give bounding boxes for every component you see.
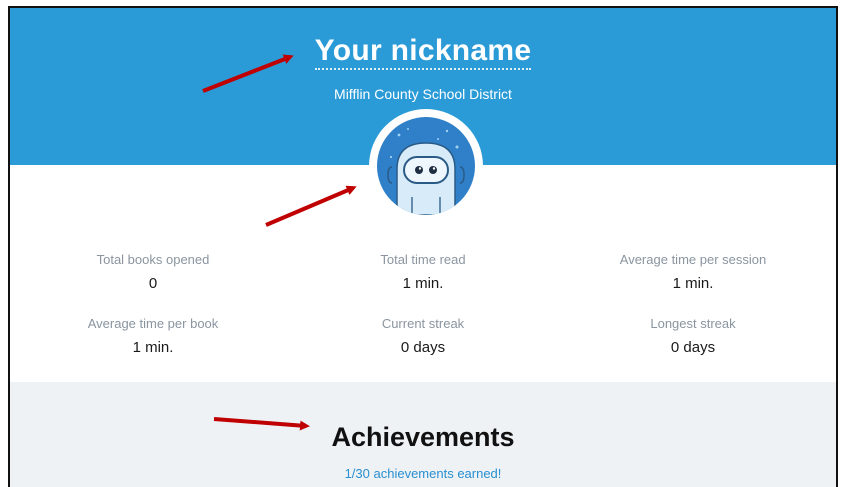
stat-value: 1 min. <box>132 339 174 356</box>
stat-label: Total books opened <box>96 252 210 267</box>
achievements-earned-link[interactable]: 1/30 achievements earned! <box>10 466 836 481</box>
stat-label: Average time per book <box>87 316 219 331</box>
achievements-title: Achievements <box>331 422 515 452</box>
avatar[interactable] <box>369 109 483 223</box>
stat-total-time-read: Total time read 1 min. <box>303 252 543 292</box>
achievements-section: Achievements 1/30 achievements earned! <box>10 382 836 487</box>
stat-current-streak: Current streak 0 days <box>303 316 543 356</box>
stat-label: Longest streak <box>650 316 736 331</box>
stat-value: 0 <box>148 275 158 292</box>
stat-label: Current streak <box>381 316 465 331</box>
stat-value: 0 days <box>400 339 446 356</box>
nickname-field[interactable]: Your nickname <box>314 34 532 70</box>
stat-value: 1 min. <box>672 275 714 292</box>
stat-longest-streak: Longest streak 0 days <box>573 316 813 356</box>
robot-avatar-icon <box>377 117 475 215</box>
profile-page: Your nickname Mifflin County School Dist… <box>8 6 838 487</box>
nickname-container: Your nickname <box>10 34 836 70</box>
stat-label: Total time read <box>380 252 466 267</box>
stat-value: 0 days <box>670 339 716 356</box>
stat-average-time-per-session: Average time per session 1 min. <box>573 252 813 292</box>
stat-value: 1 min. <box>402 275 444 292</box>
stat-average-time-per-book: Average time per book 1 min. <box>33 316 273 356</box>
stat-label: Average time per session <box>619 252 767 267</box>
stat-total-books-opened: Total books opened 0 <box>33 252 273 292</box>
school-district: Mifflin County School District <box>334 86 512 102</box>
